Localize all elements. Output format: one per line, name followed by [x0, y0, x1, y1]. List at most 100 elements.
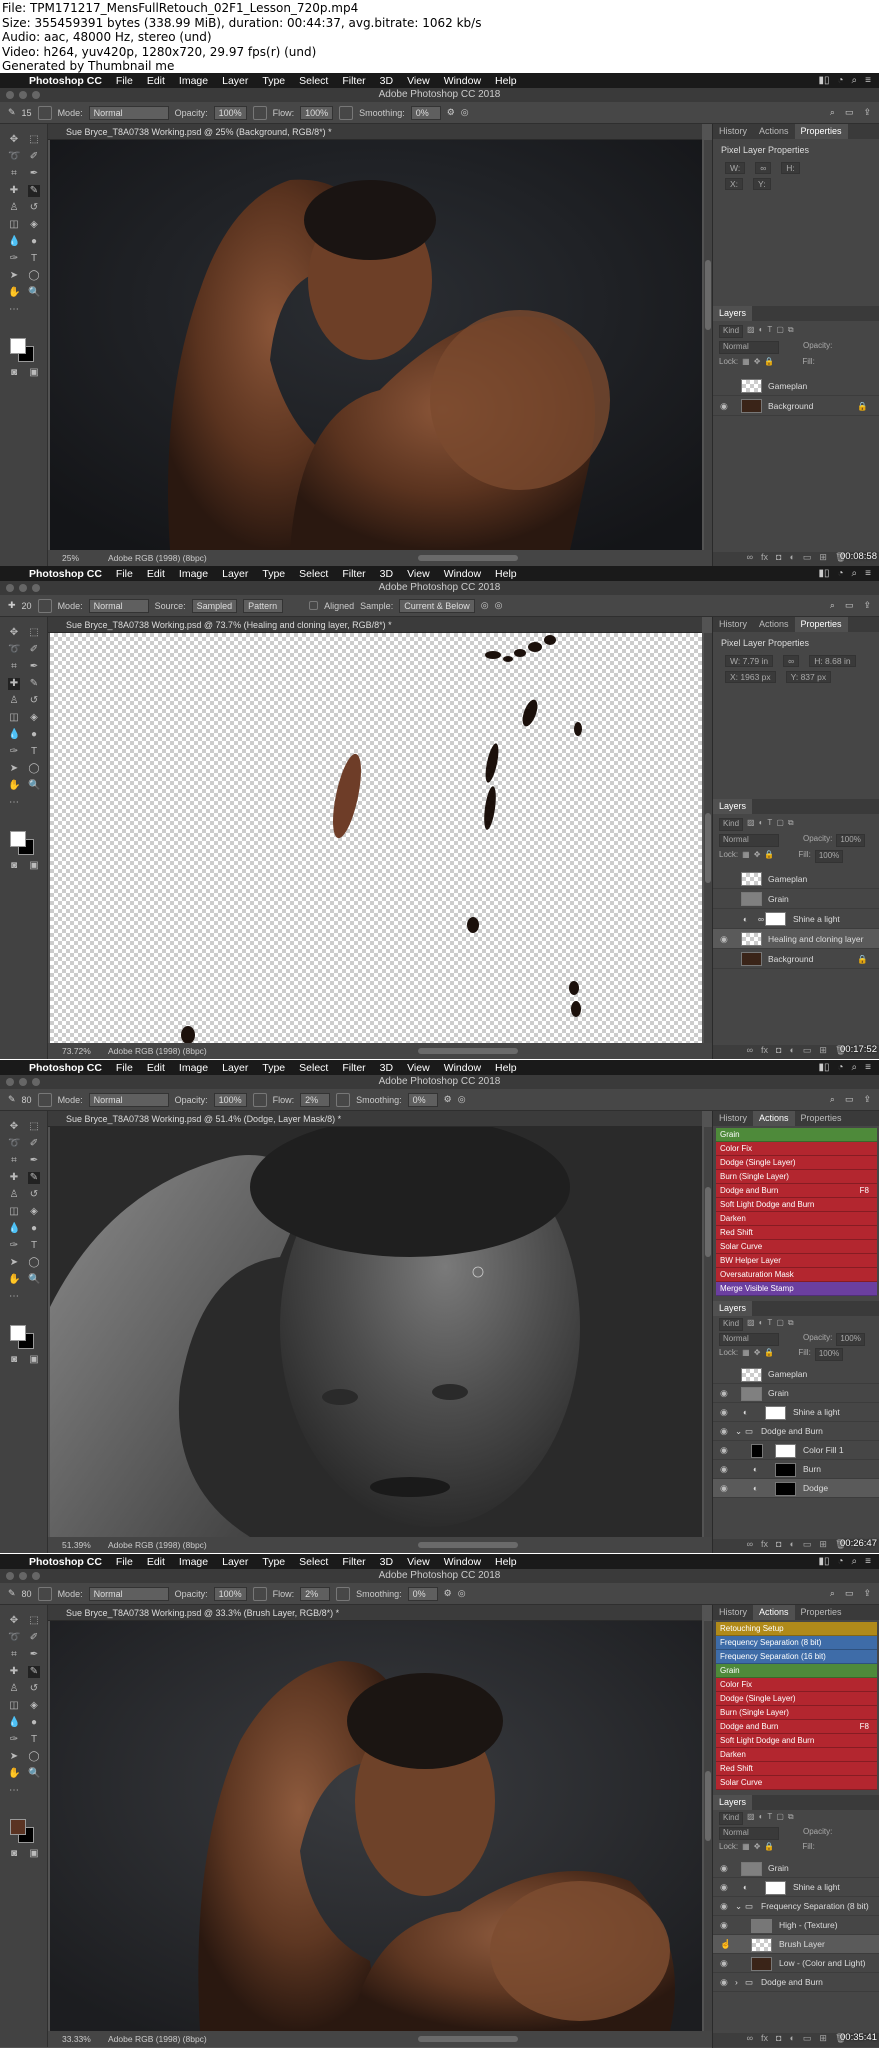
link-layers-icon[interactable]: ∞ [747, 1045, 753, 1059]
brush-tool-icon[interactable]: ✎ [28, 678, 40, 690]
new-layer-icon[interactable]: ⊞ [819, 2033, 827, 2047]
eye-icon[interactable]: ◉ [720, 929, 728, 949]
crop-tool-icon[interactable]: ⌗ [8, 661, 20, 673]
chevron-right-icon[interactable]: › [735, 1973, 738, 1992]
lasso-tool-icon[interactable]: ➰ [8, 1632, 20, 1644]
tab-properties[interactable]: Properties [795, 1605, 848, 1620]
action-item[interactable]: Frequency Separation (8 bit) [716, 1636, 877, 1650]
brush-tool-icon[interactable]: ✎ [8, 1094, 16, 1105]
menu-image[interactable]: Image [172, 1062, 215, 1074]
foreground-color-swatch[interactable] [10, 1325, 26, 1341]
type-tool-icon[interactable]: T [28, 1734, 40, 1746]
menu-filter[interactable]: Filter [335, 568, 372, 580]
layer-row[interactable]: ◉ ⌄ ▭ Dodge and Burn [713, 1422, 879, 1441]
brush-size[interactable]: 80 [22, 1095, 32, 1105]
opacity-input[interactable]: 100% [213, 1092, 247, 1107]
lock-icon[interactable]: 🔒 [764, 1842, 774, 1855]
history-brush-icon[interactable]: ↺ [28, 1683, 40, 1695]
tab-actions[interactable]: Actions [753, 1605, 795, 1620]
healing-brush-icon[interactable]: ✚ [8, 678, 20, 690]
menu-layer[interactable]: Layer [215, 75, 255, 87]
zoom-tool-icon[interactable]: 🔍 [28, 287, 40, 299]
menu-edit[interactable]: Edit [140, 1062, 172, 1074]
quick-mask-icon[interactable]: ◙ [8, 860, 20, 872]
pressure-size-icon[interactable]: ◎ [495, 600, 503, 611]
window-controls[interactable] [6, 584, 40, 592]
list-icon[interactable]: ≡ [865, 1556, 871, 1567]
search-icon[interactable]: ⌕ [852, 1556, 858, 1567]
search-icon[interactable]: ⌕ [830, 1588, 835, 1599]
canvas[interactable] [50, 1127, 702, 1537]
layer-row[interactable]: Background 🔒 [713, 949, 879, 969]
layers-title[interactable]: Layers [713, 306, 753, 321]
adjustment-icon[interactable]: ◐ [789, 2033, 794, 2047]
layer-row[interactable]: ◉ ◐ Burn [713, 1460, 879, 1479]
menu-filter[interactable]: Filter [335, 75, 372, 87]
filter-adjust-icon[interactable]: ◐ [759, 1318, 764, 1331]
action-item[interactable]: Grain [716, 1128, 877, 1142]
eye-icon[interactable]: ◉ [720, 396, 728, 416]
type-tool-icon[interactable]: T [28, 253, 40, 265]
eraser-icon[interactable]: ◫ [8, 219, 20, 231]
canvas[interactable] [50, 633, 702, 1043]
layer-kind-select[interactable]: Kind [719, 1812, 744, 1825]
shape-tool-icon[interactable]: ◯ [28, 1257, 40, 1269]
document-tab[interactable]: Sue Bryce_T8A0738 Working.psd @ 73.7% (H… [48, 617, 702, 633]
gear-icon[interactable]: ⚙ [444, 1094, 452, 1105]
foreground-color-swatch[interactable] [10, 831, 26, 847]
action-item[interactable]: Merge Visible Stamp [716, 1282, 877, 1296]
chevron-down-icon[interactable]: ⌄ [735, 1422, 742, 1441]
opacity-input[interactable]: 100% [836, 834, 865, 847]
eye-icon[interactable]: ◉ [720, 1859, 728, 1878]
document-tab[interactable]: Sue Bryce_T8A0738 Working.psd @ 25% (Bac… [48, 124, 702, 140]
adjustment-icon[interactable]: ◐ [789, 552, 794, 566]
chevron-down-icon[interactable]: ⌄ [735, 1897, 742, 1916]
action-item[interactable]: Red Shift [716, 1226, 877, 1240]
layer-row[interactable]: ◐ ∞ Shine a light [713, 909, 879, 929]
pen-tool-icon[interactable]: ✑ [8, 746, 20, 758]
layer-kind-select[interactable]: Kind [719, 1318, 744, 1331]
action-item[interactable]: Soft Light Dodge and Burn [716, 1734, 877, 1748]
menu-help[interactable]: Help [488, 1556, 524, 1568]
search-icon[interactable]: ⌕ [852, 1062, 858, 1073]
brush-tool-icon[interactable]: ✎ [28, 185, 40, 197]
eye-icon[interactable]: ◉ [720, 1954, 728, 1973]
dodge-tool-icon[interactable]: ● [28, 729, 40, 741]
action-item[interactable]: Dodge (Single Layer) [716, 1692, 877, 1706]
filter-pixel-icon[interactable]: ▨ [747, 1812, 755, 1825]
brush-tool-icon[interactable]: ✎ [28, 1666, 40, 1678]
marquee-tool-icon[interactable]: ⬚ [28, 1615, 40, 1627]
document-tab[interactable]: Sue Bryce_T8A0738 Working.psd @ 51.4% (D… [48, 1111, 702, 1127]
tab-properties[interactable]: Properties [794, 617, 848, 632]
sample-select[interactable]: Current & Below [399, 598, 475, 613]
brush-size[interactable]: 15 [22, 108, 32, 118]
menu-layer[interactable]: Layer [215, 1556, 255, 1568]
brush-panel-icon[interactable] [37, 105, 52, 120]
menu-filter[interactable]: Filter [335, 1062, 372, 1074]
action-item[interactable]: Dodge and Burn F8 [716, 1184, 877, 1198]
airbrush-icon[interactable] [336, 1586, 351, 1601]
filter-pixel-icon[interactable]: ▨ [747, 1318, 755, 1331]
zoom-tool-icon[interactable]: 🔍 [28, 1768, 40, 1780]
eye-icon[interactable]: ◉ [720, 1384, 728, 1403]
shape-tool-icon[interactable]: ◯ [28, 1751, 40, 1763]
screen-mode-icon[interactable]: ▣ [28, 1848, 40, 1860]
workspace-icon[interactable]: ▭ [845, 1094, 854, 1105]
screen-mode-icon[interactable]: ▣ [28, 367, 40, 379]
quick-select-icon[interactable]: ✐ [28, 644, 40, 656]
more-tools-icon[interactable]: ⋯ [8, 1785, 20, 1797]
filter-shape-icon[interactable]: ▢ [776, 325, 784, 338]
wifi-icon[interactable]: ◔ [838, 568, 844, 579]
zoom-level[interactable]: 73.72% [62, 1043, 91, 1059]
eyedropper-icon[interactable]: ✒ [28, 1155, 40, 1167]
hand-cursor-icon[interactable]: ☝ [720, 1935, 731, 1954]
new-layer-icon[interactable]: ⊞ [819, 552, 827, 566]
healing-brush-icon[interactable]: ✚ [8, 600, 16, 611]
canvas[interactable] [50, 140, 702, 550]
vertical-scrollbar[interactable] [704, 1621, 712, 2031]
search-icon[interactable]: ⌕ [852, 75, 858, 86]
tab-history[interactable]: History [713, 1605, 753, 1620]
filter-adjust-icon[interactable]: ◐ [759, 325, 764, 338]
hand-tool-icon[interactable]: ✋ [8, 1274, 20, 1286]
mask-icon[interactable]: ◘ [776, 1045, 781, 1059]
